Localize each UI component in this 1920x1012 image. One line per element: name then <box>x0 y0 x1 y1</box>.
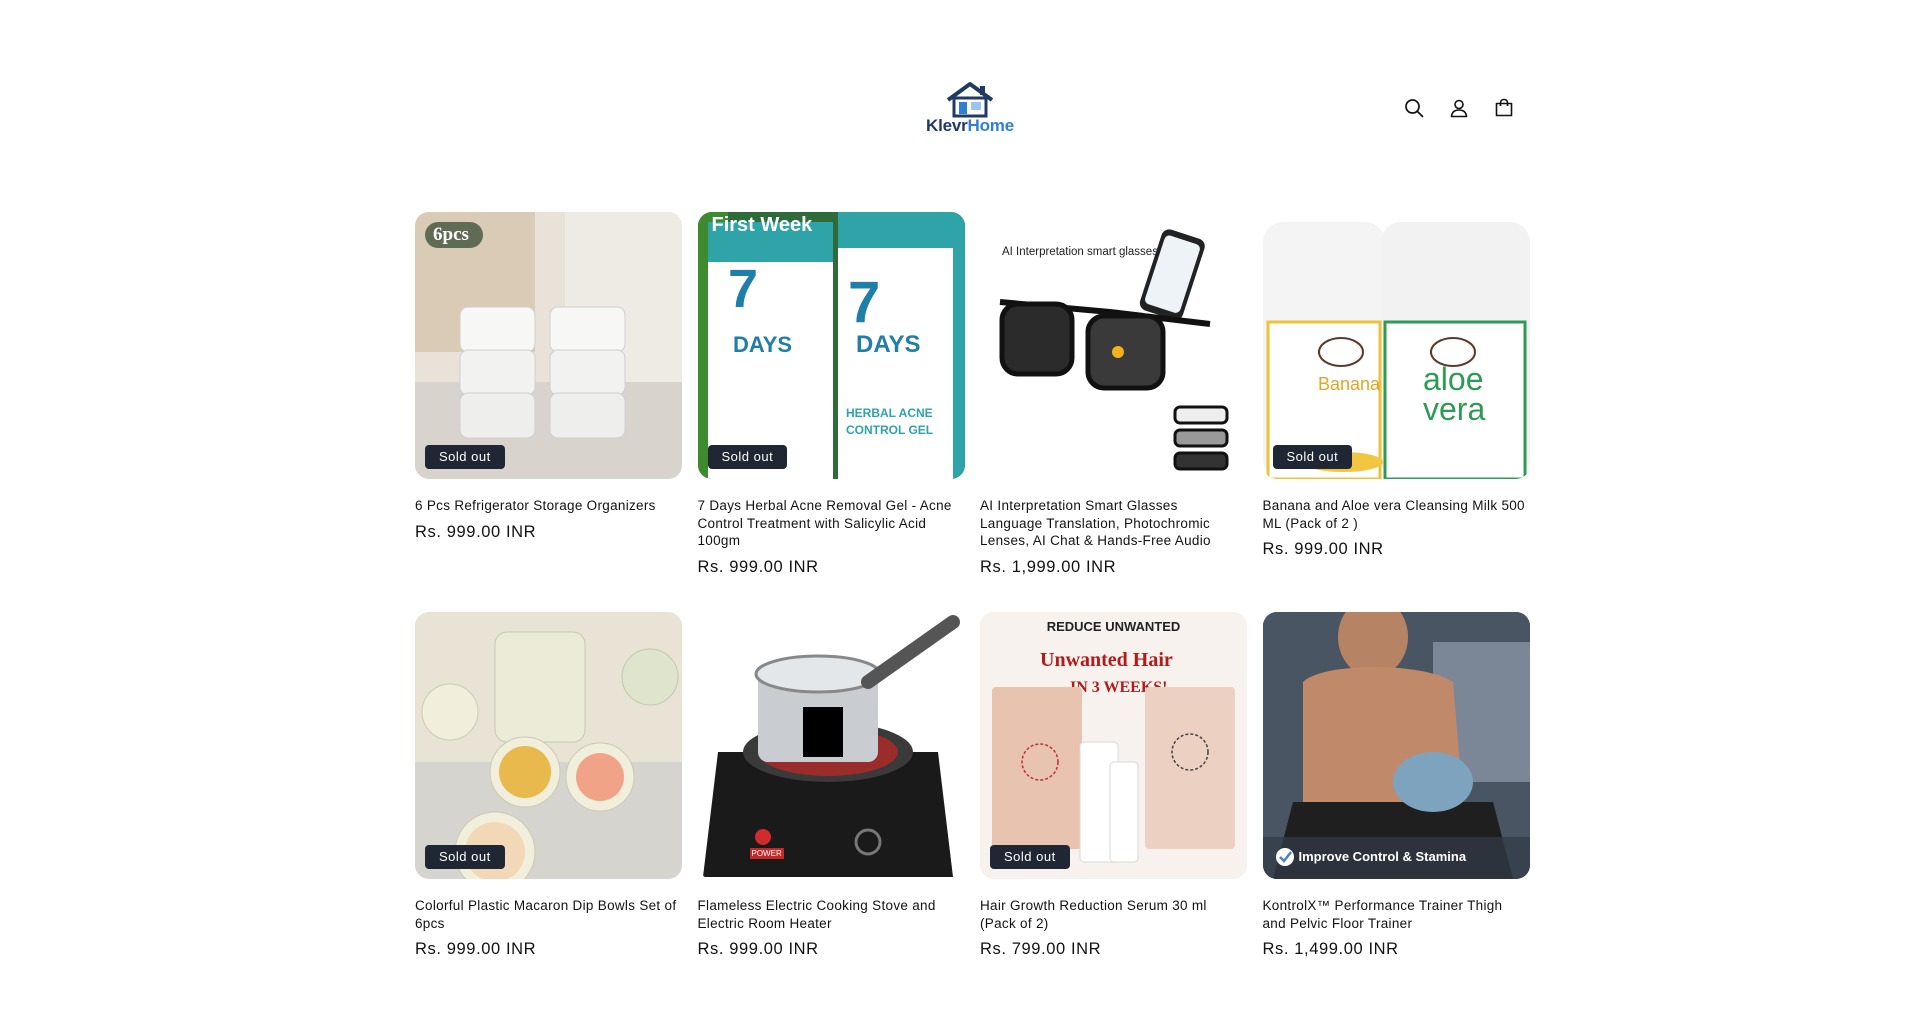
dip-bowls-image <box>415 612 682 879</box>
logo-text-home: Home <box>967 116 1015 135</box>
product-price: Rs. 1,999.00 INR <box>980 557 1117 576</box>
product-title[interactable]: Hair Growth Reduction Serum 30 ml (Pack … <box>980 897 1247 932</box>
image-caption: AI Interpretation smart glasses <box>1002 246 1158 258</box>
hair-serum-image: Unwanted Hair IN 3 WEEKS! <box>980 612 1247 879</box>
svg-text:vera: vera <box>1423 391 1485 427</box>
svg-text:DAYS: DAYS <box>856 331 920 358</box>
sold-out-badge: Sold out <box>425 845 505 869</box>
product-image[interactable]: Unwanted Hair IN 3 WEEKS! REDUCE UNWANTE… <box>980 612 1247 879</box>
product-image[interactable]: Improve Control & Stamina <box>1262 612 1530 879</box>
product-price: Rs. 999.00 INR <box>697 557 819 576</box>
product-title[interactable]: 6 Pcs Refrigerator Storage Organizers <box>415 497 682 515</box>
product-card[interactable]: 7 7 DAYS DAYS HERBAL ACNE CONTROL GEL Fi… <box>697 212 965 612</box>
image-caption: Improve Control & Stamina <box>1298 849 1467 864</box>
cleansing-milk-image: Banana aloe vera <box>1262 212 1530 479</box>
product-image[interactable]: Banana aloe vera Sold out <box>1262 212 1530 479</box>
product-title[interactable]: KontrolX™ Performance Trainer Thigh and … <box>1263 897 1530 932</box>
image-caption: POWER <box>749 848 784 859</box>
product-title[interactable]: AI Interpretation Smart Glasses Language… <box>980 497 1247 550</box>
sold-out-badge: Sold out <box>707 445 788 469</box>
product-image[interactable]: 6pcs Sold out <box>415 212 682 479</box>
svg-text:CONTROL GEL: CONTROL GEL <box>846 423 933 437</box>
image-caption: 6pcs <box>433 224 469 245</box>
logo[interactable]: KlevrHome <box>920 78 1020 142</box>
cart-icon[interactable] <box>1492 96 1516 120</box>
house-logo-icon <box>946 82 994 118</box>
product-price: Rs. 1,499.00 INR <box>1262 940 1399 958</box>
product-image[interactable]: POWER <box>697 612 965 879</box>
product-card[interactable]: Sold out Colorful Plastic Macaron Dip Bo… <box>415 612 682 1012</box>
image-caption: First Week <box>711 214 813 236</box>
header-icons <box>1402 96 1516 120</box>
product-card[interactable]: Unwanted Hair IN 3 WEEKS! REDUCE UNWANTE… <box>980 612 1247 1012</box>
svg-text:7: 7 <box>848 270 880 335</box>
product-card[interactable]: Improve Control & Stamina KontrolX™ Perf… <box>1262 612 1530 1012</box>
product-price: Rs. 999.00 INR <box>415 522 537 541</box>
product-price: Rs. 999.00 INR <box>415 940 537 958</box>
sold-out-badge: Sold out <box>990 845 1070 869</box>
svg-text:HERBAL ACNE: HERBAL ACNE <box>846 406 933 420</box>
acne-gel-image: 7 7 DAYS DAYS HERBAL ACNE CONTROL GEL <box>697 212 965 479</box>
search-icon[interactable] <box>1402 96 1426 120</box>
product-title[interactable]: Colorful Plastic Macaron Dip Bowls Set o… <box>415 897 682 932</box>
sold-out-badge: Sold out <box>1272 445 1353 469</box>
product-card[interactable]: 6pcs Sold out 6 Pcs Refrigerator Storage… <box>415 212 682 612</box>
product-title[interactable]: Flameless Electric Cooking Stove and Ele… <box>698 897 965 932</box>
product-title[interactable]: Banana and Aloe vera Cleansing Milk 500 … <box>1263 497 1530 532</box>
svg-text:7: 7 <box>728 259 758 319</box>
product-price: Rs. 999.00 INR <box>697 940 819 958</box>
product-image[interactable]: AI Interpretation smart glasses <box>980 212 1247 479</box>
image-caption: REDUCE UNWANTED <box>1046 619 1181 634</box>
product-image[interactable]: Sold out <box>415 612 682 879</box>
product-card[interactable]: POWER Flameless Electric Cooking Stove a… <box>697 612 965 1012</box>
product-title[interactable]: 7 Days Herbal Acne Removal Gel - Acne Co… <box>698 497 965 550</box>
site-header: KlevrHome <box>0 0 1920 210</box>
storage-organizer-image <box>415 212 682 479</box>
account-icon[interactable] <box>1447 96 1471 120</box>
product-image[interactable]: 7 7 DAYS DAYS HERBAL ACNE CONTROL GEL Fi… <box>697 212 965 479</box>
product-card[interactable]: Banana aloe vera Sold out Banana and Alo… <box>1262 212 1530 612</box>
electric-stove-image <box>697 612 965 879</box>
product-grid: 6pcs Sold out 6 Pcs Refrigerator Storage… <box>415 212 1530 1012</box>
svg-text:DAYS: DAYS <box>733 332 792 357</box>
product-price: Rs. 799.00 INR <box>980 940 1102 958</box>
sold-out-badge: Sold out <box>425 445 505 469</box>
svg-text:Unwanted Hair: Unwanted Hair <box>1040 649 1173 671</box>
product-price: Rs. 999.00 INR <box>1262 540 1384 558</box>
trainer-image <box>1262 612 1530 879</box>
logo-text-klevr: Klevr <box>926 116 968 135</box>
svg-text:Banana: Banana <box>1318 374 1381 394</box>
product-card[interactable]: AI Interpretation smart glasses AI Inter… <box>980 212 1247 612</box>
